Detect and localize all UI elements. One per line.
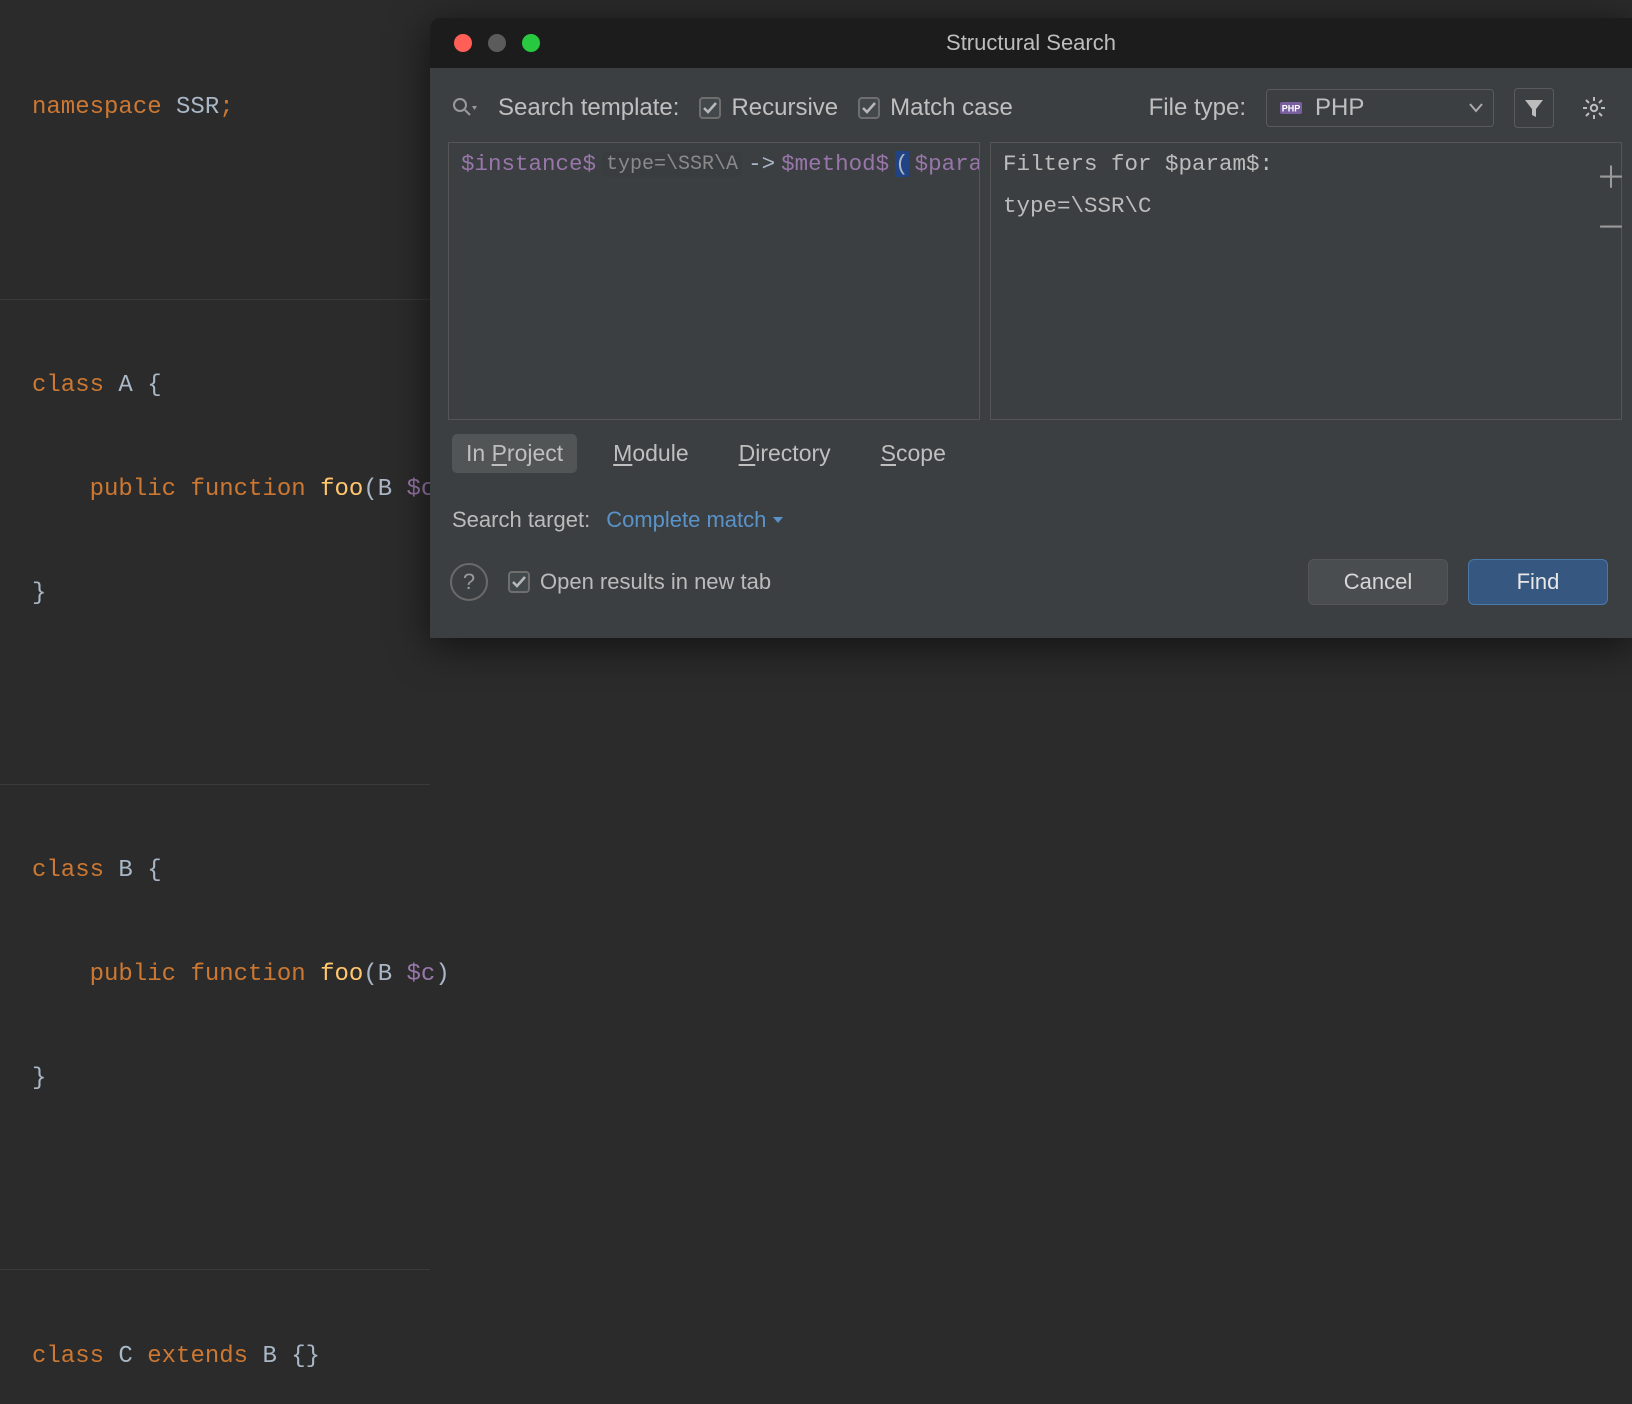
filter-line[interactable]: type=\SSR\C <box>991 185 1621 227</box>
structural-search-dialog: Structural Search Search template: Recur… <box>430 18 1632 638</box>
filter-button[interactable] <box>1514 88 1554 128</box>
keyword-namespace: namespace <box>32 94 176 121</box>
dialog-toolbar: Search template: Recursive Match case Fi… <box>430 68 1632 142</box>
scope-tab-scope[interactable]: Scope <box>867 434 960 473</box>
template-editor-pane[interactable]: $instance$ type=\SSR\A ->$method$($para <box>448 142 980 420</box>
keyword-public: public <box>90 961 191 988</box>
zoom-window-button[interactable] <box>522 34 540 52</box>
method-foo: foo <box>320 476 363 503</box>
settings-button[interactable] <box>1574 88 1614 128</box>
keyword-extends: extends <box>147 1343 262 1370</box>
filters-pane[interactable]: Filters for $param$: type=\SSR\C <box>990 142 1622 420</box>
param-type-B: B <box>378 961 407 988</box>
class-name-B: B <box>118 857 132 884</box>
search-target-label: Search target: <box>452 507 590 533</box>
dialog-title: Structural Search <box>430 30 1632 56</box>
keyword-class: class <box>32 857 118 884</box>
template-var-method: $method$ <box>781 151 889 177</box>
gear-icon <box>1582 96 1606 120</box>
param-var: $c <box>407 961 436 988</box>
template-var-param: $para <box>915 151 980 177</box>
filetype-label: File type: <box>1149 94 1246 122</box>
chevron-down-icon <box>1469 103 1483 113</box>
template-hint-instance: type=\SSR\A <box>602 152 742 177</box>
code-editor[interactable]: namespace SSR; class A { public function… <box>0 0 430 702</box>
method-foo: foo <box>320 961 363 988</box>
keyword-public: public <box>90 476 191 503</box>
filetype-dropdown[interactable]: PHP PHP <box>1266 89 1494 127</box>
search-target-dropdown[interactable]: Complete match <box>606 507 784 533</box>
scope-tabs: In Project Module Directory Scope <box>430 420 1632 477</box>
matchcase-label: Match case <box>890 94 1013 122</box>
template-arrow: -> <box>748 151 775 177</box>
extended-class-B: B <box>262 1343 276 1370</box>
keyword-function: function <box>190 476 320 503</box>
add-filter-button[interactable]: ＋ <box>1596 164 1624 194</box>
find-button[interactable]: Find <box>1468 559 1608 605</box>
search-history-icon[interactable] <box>452 97 478 119</box>
scope-tab-in-project[interactable]: In Project <box>452 434 577 473</box>
search-target-value: Complete match <box>606 507 766 533</box>
remove-filter-button[interactable]: － <box>1596 214 1624 244</box>
keyword-class: class <box>32 372 118 399</box>
close-window-button[interactable] <box>454 34 472 52</box>
keyword-function: function <box>190 961 320 988</box>
chevron-down-icon <box>772 516 784 525</box>
filetype-value: PHP <box>1315 94 1457 122</box>
class-name-A: A <box>118 372 132 399</box>
filters-header: Filters for $param$: <box>991 143 1621 185</box>
minimize-window-button[interactable] <box>488 34 506 52</box>
param-type-B: B <box>378 476 407 503</box>
keyword-class: class <box>32 1343 118 1370</box>
template-var-instance: $instance$ <box>461 151 596 177</box>
php-file-icon: PHP <box>1279 96 1303 120</box>
class-name-C: C <box>118 1343 147 1370</box>
funnel-icon <box>1523 97 1545 119</box>
open-in-new-tab-checkbox[interactable]: Open results in new tab <box>508 569 771 595</box>
recursive-checkbox[interactable]: Recursive <box>699 94 838 122</box>
open-in-new-tab-label: Open results in new tab <box>540 569 771 595</box>
help-button[interactable]: ? <box>450 563 488 601</box>
template-paren: ( <box>895 151 909 177</box>
search-template-label: Search template: <box>498 94 679 122</box>
svg-text:PHP: PHP <box>1282 104 1301 114</box>
matchcase-checkbox[interactable]: Match case <box>858 94 1013 122</box>
namespace-name: SSR <box>176 94 219 121</box>
dialog-titlebar[interactable]: Structural Search <box>430 18 1632 68</box>
scope-tab-directory[interactable]: Directory <box>725 434 845 473</box>
scope-tab-module[interactable]: Module <box>599 434 702 473</box>
recursive-label: Recursive <box>731 94 838 122</box>
cancel-button[interactable]: Cancel <box>1308 559 1448 605</box>
